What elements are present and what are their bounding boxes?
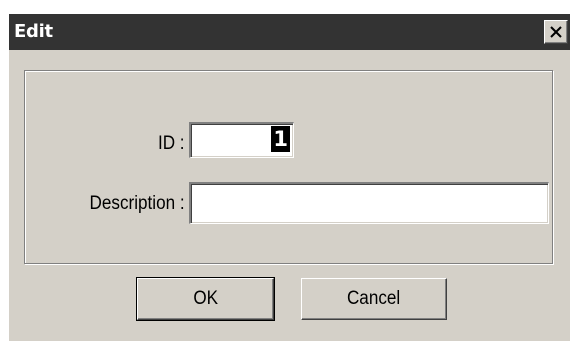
cancel-button[interactable]: Cancel xyxy=(301,278,447,320)
fields-group: ID : 1 Description : xyxy=(24,70,553,264)
description-field[interactable] xyxy=(189,182,549,224)
close-button[interactable] xyxy=(544,20,568,44)
window-title: Edit xyxy=(14,21,53,42)
close-icon xyxy=(550,26,562,38)
description-label: Description : xyxy=(89,193,185,214)
id-field[interactable]: 1 xyxy=(189,122,294,158)
id-label: ID : xyxy=(158,133,185,154)
edit-dialog: Edit ID : 1 Description : OK Cancel xyxy=(7,12,570,341)
cancel-button-label: Cancel xyxy=(347,288,401,309)
id-value: 1 xyxy=(271,126,290,152)
ok-button-label: OK xyxy=(193,288,218,309)
title-bar[interactable]: Edit xyxy=(9,14,570,50)
ok-button[interactable]: OK xyxy=(136,277,275,321)
